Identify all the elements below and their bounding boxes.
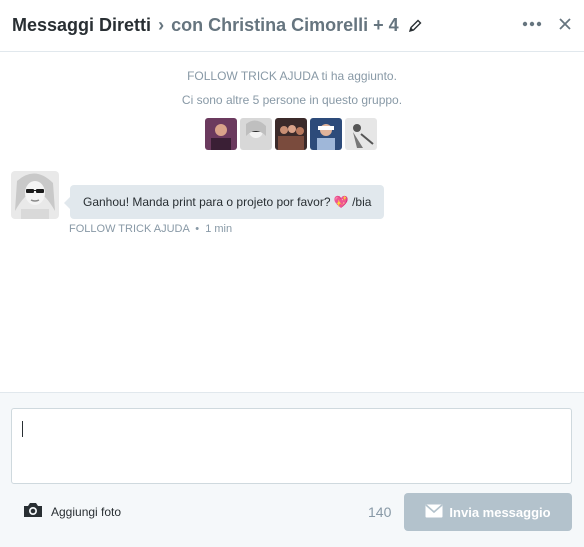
sender-avatar[interactable] — [11, 171, 59, 219]
message-time: 1 min — [205, 223, 233, 235]
member-avatar[interactable] — [310, 118, 342, 150]
message-composer: Aggiungi foto 140 Invia messaggio — [0, 392, 584, 547]
message-input[interactable] — [11, 408, 572, 484]
camera-icon — [23, 502, 43, 521]
close-icon[interactable] — [556, 14, 574, 34]
message-sender[interactable]: FOLLOW TRICK AJUDA — [69, 223, 189, 235]
add-photo-button[interactable]: Aggiungi foto — [23, 502, 121, 521]
dm-header: Messaggi Diretti › con Christina Cimorel… — [0, 0, 584, 52]
group-member-avatars — [205, 118, 377, 150]
meta-separator: • — [195, 223, 200, 235]
member-avatar[interactable] — [345, 118, 377, 150]
message-bubble[interactable]: Ganhou! Manda print para o projeto por f… — [63, 185, 385, 219]
character-count: 140 — [368, 504, 392, 520]
member-avatar[interactable] — [240, 118, 272, 150]
envelope-icon — [425, 503, 443, 521]
title-separator: › — [158, 15, 165, 35]
message-meta: FOLLOW TRICK AJUDA • 1 min — [69, 223, 232, 235]
more-dots-icon[interactable] — [522, 14, 542, 34]
text-caret — [22, 421, 23, 437]
send-message-button[interactable]: Invia messaggio — [404, 493, 572, 531]
conversation-body: FOLLOW TRICK AJUDA ti ha aggiunto. Ci so… — [0, 53, 584, 392]
group-notice: Ci sono altre 5 persone in questo gruppo… — [181, 93, 403, 107]
send-label: Invia messaggio — [449, 504, 551, 520]
added-notice: FOLLOW TRICK AJUDA ti ha aggiunto. — [187, 69, 397, 83]
dm-title-label[interactable]: Messaggi Diretti — [12, 15, 151, 35]
conversation-name[interactable]: con Christina Cimorelli + 4 — [171, 15, 399, 35]
member-avatar[interactable] — [275, 118, 307, 150]
member-avatar[interactable] — [205, 118, 237, 150]
dm-title: Messaggi Diretti › con Christina Cimorel… — [12, 15, 399, 36]
pencil-icon[interactable] — [407, 18, 423, 34]
add-photo-label: Aggiungi foto — [51, 504, 122, 519]
